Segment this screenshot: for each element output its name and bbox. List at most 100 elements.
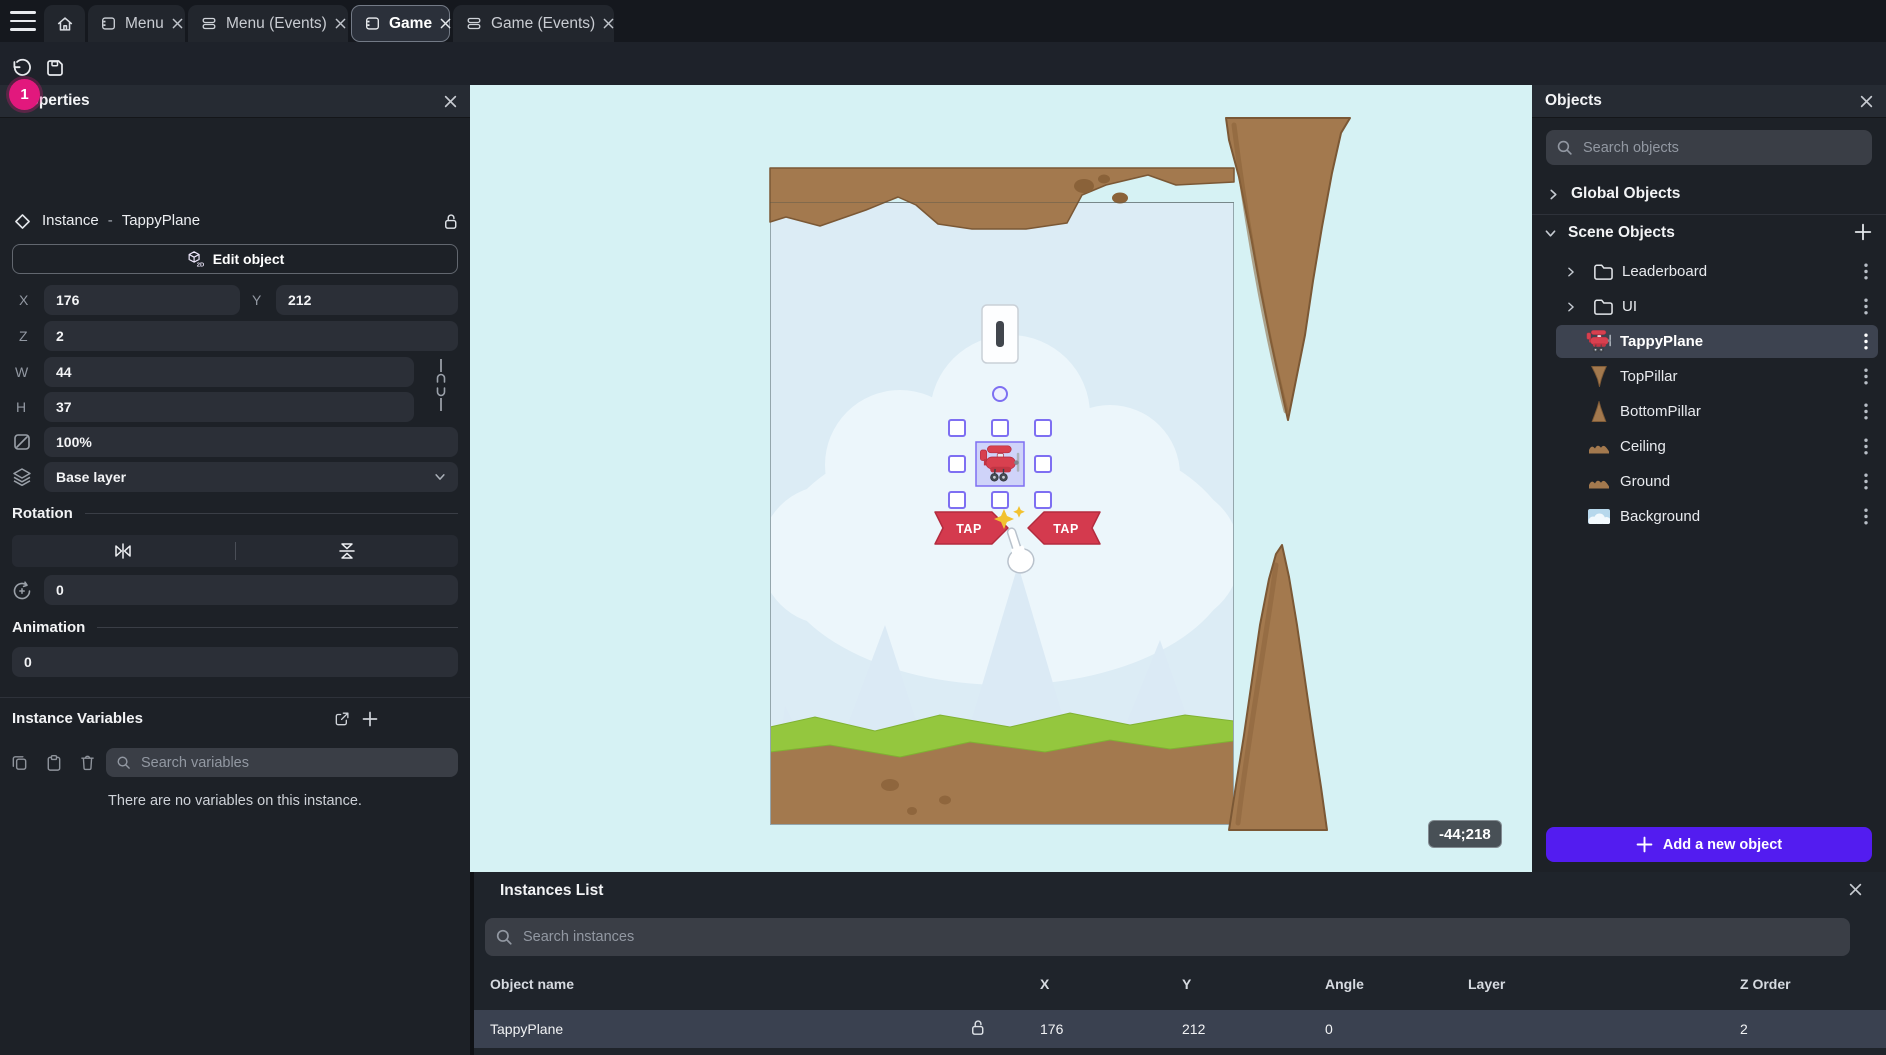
kebab-menu-icon[interactable] [1854,333,1878,350]
selection-handle[interactable] [992,420,1008,436]
tab-close-icon[interactable] [172,18,183,29]
properties-close-button[interactable] [444,95,457,108]
rotation-angle-icon [10,579,34,608]
scene-objects-row[interactable]: Scene Objects [1545,218,1675,248]
selection-handle[interactable] [1035,420,1051,436]
chevron-right-icon[interactable] [1556,267,1586,277]
top-pillar-sprite[interactable] [1226,118,1350,420]
kebab-menu-icon[interactable] [1854,403,1878,420]
object-item-toppillar[interactable]: TopPillar [1556,360,1878,393]
instance-lock-icon[interactable] [968,1018,987,1042]
scene-editor-canvas[interactable]: TAP TAP -44;218 [470,85,1532,872]
tab-home[interactable] [44,5,85,42]
tap-sign-left[interactable]: TAP [935,512,1008,544]
add-new-object-button[interactable]: Add a new object [1546,827,1872,862]
copy-variable-button[interactable] [6,749,32,775]
flip-vertical-button[interactable] [236,535,459,567]
chevron-right-icon [1548,189,1559,200]
kebab-menu-icon[interactable] [1854,508,1878,525]
objects-search-input[interactable] [1581,139,1862,157]
tab-game-events[interactable]: Game (Events) [453,5,614,42]
column-header-layer[interactable]: Layer [1468,976,1505,992]
instances-close-button[interactable] [1849,883,1862,896]
instances-search[interactable] [485,918,1850,956]
bottom-pillar-sprite[interactable] [1229,545,1327,830]
delete-variable-button[interactable] [74,749,100,775]
instruction-card-sprite[interactable] [982,305,1018,363]
flip-horizontal-button[interactable] [12,535,235,567]
selection-handle[interactable] [949,456,965,472]
tab-close-icon[interactable] [440,18,451,29]
selection-handle[interactable] [949,420,965,436]
objects-close-button[interactable] [1860,95,1873,108]
project-history-button[interactable] [8,56,34,82]
object-item-ceiling[interactable]: Ceiling [1556,430,1878,463]
layer-select[interactable]: Base layer [44,462,458,492]
save-project-button[interactable] [42,55,68,81]
kebab-menu-icon[interactable] [1854,438,1878,455]
chevron-right-icon[interactable] [1556,302,1586,312]
add-variable-button[interactable] [358,707,382,731]
variables-search-input[interactable] [139,754,448,772]
objects-panel: Objects Global Objects Scene Objects Lea… [1532,85,1886,872]
kebab-menu-icon[interactable] [1854,298,1878,315]
kebab-menu-icon[interactable] [1854,368,1878,385]
folder-icon [1586,296,1618,317]
column-header-angle[interactable]: Angle [1325,976,1364,992]
y-input[interactable] [276,285,458,315]
instance-row-z-order: 2 [1740,1021,1748,1037]
w-input[interactable] [44,357,414,387]
tab-game-scene[interactable]: Game [351,5,450,42]
object-item-label: Leaderboard [1622,263,1707,280]
object-item-tappyplane[interactable]: TappyPlane [1556,325,1878,358]
column-header-x[interactable]: X [1040,976,1049,992]
paste-variable-button[interactable] [40,749,66,775]
plane-sprite[interactable] [976,442,1024,486]
lock-instance-button[interactable] [438,209,462,233]
tab-menu-events[interactable]: Menu (Events) [188,5,348,42]
selection-handle[interactable] [949,492,965,508]
object-item-ground[interactable]: Ground [1556,465,1878,498]
rotation-input[interactable] [44,575,458,605]
column-header-z-order[interactable]: Z Order [1740,976,1791,992]
object-item-background[interactable]: Background [1556,500,1878,533]
global-objects-row[interactable]: Global Objects [1548,179,1680,209]
object-item-bottompillar[interactable]: BottomPillar [1556,395,1878,428]
selection-handle[interactable] [1035,492,1051,508]
notification-badge[interactable]: 1 [9,79,40,110]
search-icon [116,755,131,770]
ground-sprite[interactable] [770,713,1234,825]
h-input[interactable] [44,392,414,422]
tab-menu-scene[interactable]: Menu [88,5,185,42]
cube-2d-icon: 2D [186,250,204,268]
object-item-ui[interactable]: UI [1556,290,1878,323]
selection-handle[interactable] [992,492,1008,508]
link-width-height-control[interactable] [430,359,452,411]
instance-table-row[interactable]: TappyPlane 176 212 0 2 [474,1010,1886,1048]
instance-row-angle: 0 [1325,1021,1333,1037]
kebab-menu-icon[interactable] [1854,263,1878,280]
scene-tab-icon [100,15,117,32]
main-menu-icon[interactable] [10,11,36,31]
column-header-object-name[interactable]: Object name [490,976,574,992]
kebab-menu-icon[interactable] [1854,473,1878,490]
opacity-input[interactable] [44,427,458,457]
tab-close-icon[interactable] [603,18,614,29]
object-item-leaderboard[interactable]: Leaderboard [1556,255,1878,288]
objects-search[interactable] [1546,130,1872,165]
edit-object-button[interactable]: 2D Edit object [12,244,458,274]
rotation-handle[interactable] [993,387,1007,401]
animation-input[interactable] [12,647,458,677]
variables-search[interactable] [106,748,458,777]
add-object-folder-button[interactable] [1850,219,1876,245]
tap-sign-right[interactable]: TAP [1028,512,1100,544]
opacity-icon [12,432,32,457]
x-input[interactable] [44,285,240,315]
open-variables-editor-button[interactable] [330,707,354,731]
animation-title: Animation [12,619,85,636]
tab-close-icon[interactable] [335,18,346,29]
column-header-y[interactable]: Y [1182,976,1191,992]
selection-handle[interactable] [1035,456,1051,472]
instances-search-input[interactable] [521,928,1840,946]
z-input[interactable] [44,321,458,351]
